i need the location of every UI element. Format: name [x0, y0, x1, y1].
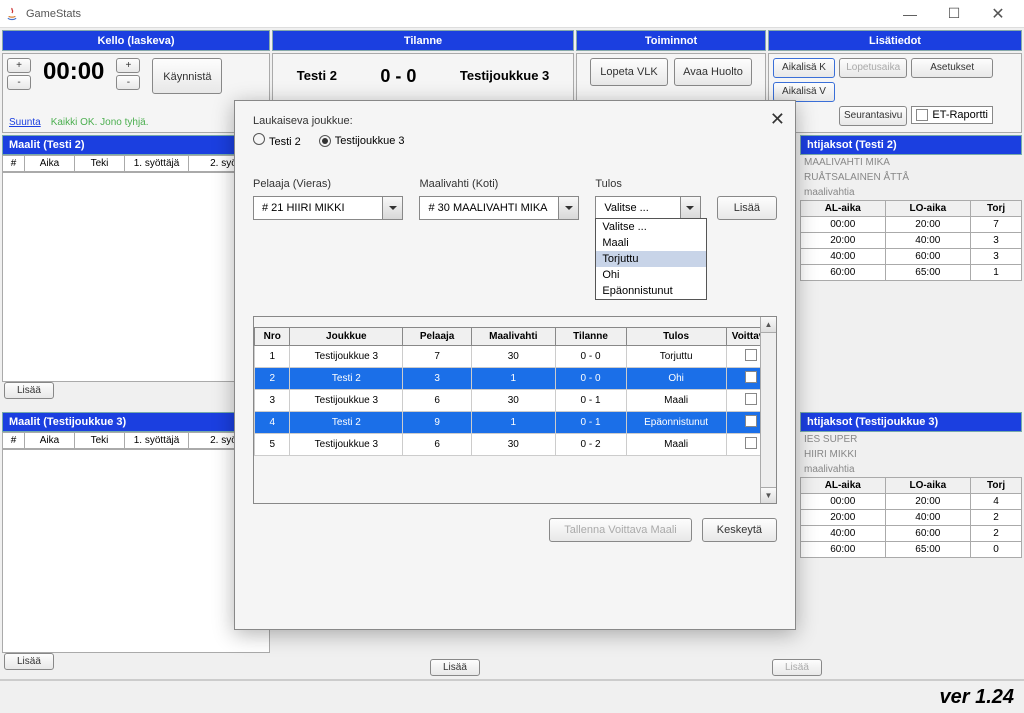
shot-dialog: ✕ Laukaiseva joukkue: Testi 2 Testijoukk… [234, 100, 796, 630]
score: 0 - 0 [380, 58, 416, 87]
seurantasivu-button[interactable]: Seurantasivu [839, 106, 907, 126]
dropdown-option[interactable]: Epäonnistunut [596, 283, 706, 299]
window-title: GameStats [26, 8, 888, 20]
clock-minus-left[interactable]: - [7, 75, 31, 90]
voittava-checkbox[interactable] [745, 349, 757, 361]
goals-away-cols: # Aika Teki 1. syöttäjä 2. syöttä [2, 432, 270, 449]
scroll-down-icon[interactable]: ▼ [761, 487, 776, 503]
et-raportti-checkbox[interactable]: ET-Raportti [911, 106, 993, 124]
bottom-lisaa-right[interactable]: Lisää [772, 659, 822, 676]
aikalisa-v-button[interactable]: Aikalisä V [773, 82, 835, 102]
voittava-checkbox[interactable] [745, 393, 757, 405]
chevron-down-icon[interactable] [382, 197, 402, 219]
toiminnot-header: Toiminnot [576, 30, 766, 51]
voittava-checkbox[interactable] [745, 415, 757, 427]
mvj-away-header: htijaksot (Testijoukkue 3) [800, 412, 1022, 432]
keskeyta-button[interactable]: Keskeytä [702, 518, 777, 542]
status-text: Kaikki OK. Jono tyhjä. [51, 117, 149, 128]
clock-panel: + - 00:00 + - Käynnistä Suunta Kaikki OK… [2, 53, 270, 133]
mvj-home-header: htijaksot (Testi 2) [800, 135, 1022, 155]
version-label: ver 1.24 [939, 686, 1014, 709]
start-button[interactable]: Käynnistä [152, 58, 222, 94]
minimize-button[interactable]: — [888, 0, 932, 28]
voittava-checkbox[interactable] [745, 437, 757, 449]
away-team: Testijoukkue 3 [460, 58, 549, 83]
avaa-huolto-button[interactable]: Avaa Huolto [674, 58, 752, 86]
table-row[interactable]: 4Testi 2910 - 1Epäonnistunut [255, 412, 776, 434]
goals-home-box: Maalit (Testi 2) # Aika Teki 1. syöttäjä… [2, 135, 270, 398]
tilanne-header: Tilanne [272, 30, 574, 51]
table-row[interactable]: 1Testijoukkue 37300 - 0Torjuttu [255, 346, 776, 368]
goals-away-lisaa[interactable]: Lisää [4, 653, 54, 670]
shots-table-wrap: Nro Joukkue Pelaaja Maalivahti Tilanne T… [253, 316, 777, 504]
clock-plus-left[interactable]: + [7, 58, 31, 73]
lisatiedot-header: Lisätiedot [768, 30, 1022, 51]
chevron-down-icon[interactable] [680, 197, 700, 219]
chevron-down-icon[interactable] [558, 197, 578, 219]
direction-link[interactable]: Suunta [9, 117, 41, 128]
radio-testi2[interactable]: Testi 2 [253, 133, 301, 148]
asetukset-button[interactable]: Asetukset [911, 58, 993, 78]
dropdown-option[interactable]: Torjuttu [596, 251, 706, 267]
dialog-close-icon[interactable]: ✕ [770, 109, 785, 130]
mvj-home-table: AL-aikaLO-aikaTorj 00:0020:007 20:0040:0… [800, 200, 1022, 281]
tulos-select[interactable]: Valitse ... [595, 196, 700, 220]
dropdown-option[interactable]: Valitse ... [596, 219, 706, 235]
table-row[interactable]: 3Testijoukkue 36300 - 1Maali [255, 390, 776, 412]
tulos-dropdown[interactable]: Valitse ... Maali Torjuttu Ohi Epäonnist… [595, 218, 707, 300]
goals-home-lisaa[interactable]: Lisää [4, 382, 54, 399]
goals-away-header: Maalit (Testijoukkue 3) [2, 412, 270, 432]
aikalisa-k-button[interactable]: Aikalisä K [773, 58, 835, 78]
mvj-away-box: htijaksot (Testijoukkue 3) IES SUPER HII… [800, 412, 1022, 558]
maalivahti-select[interactable]: # 30 MAALIVAHTI MIKA [419, 196, 579, 220]
titlebar: GameStats — ☐ ✕ [0, 0, 1024, 28]
java-icon [4, 6, 20, 22]
lopeta-vlk-button[interactable]: Lopeta VLK [590, 58, 668, 86]
dropdown-option[interactable]: Ohi [596, 267, 706, 283]
modal-lisaa-button[interactable]: Lisää [717, 196, 777, 220]
table-scrollbar[interactable]: ▲ ▼ [760, 317, 776, 503]
home-team: Testi 2 [297, 58, 337, 83]
clock-header: Kello (laskeva) [2, 30, 270, 51]
clock-plus-right[interactable]: + [116, 58, 140, 73]
lopetusaika-button[interactable]: Lopetusaika [839, 58, 907, 78]
dropdown-option[interactable]: Maali [596, 235, 706, 251]
radio-testijoukkue3[interactable]: Testijoukkue 3 [319, 135, 405, 147]
goals-home-cols: # Aika Teki 1. syöttäjä 2. syöttä [2, 155, 270, 172]
mvj-home-box: htijaksot (Testi 2) MAALIVAHTI MIKA RUÅT… [800, 135, 1022, 281]
pelaaja-select[interactable]: # 21 HIIRI MIKKI [253, 196, 403, 220]
tallenna-button[interactable]: Tallenna Voittava Maali [549, 518, 692, 542]
laukaiseva-label: Laukaiseva joukkue: [253, 115, 777, 127]
lisatiedot-panel: Aikalisä K Aikalisä V . Lopetusaika . Se… [768, 53, 1022, 133]
shots-table: Nro Joukkue Pelaaja Maalivahti Tilanne T… [254, 327, 776, 456]
table-row[interactable]: 5Testijoukkue 36300 - 2Maali [255, 434, 776, 456]
table-row[interactable]: 2Testi 2310 - 0Ohi [255, 368, 776, 390]
bottom-lisaa-center[interactable]: Lisää [430, 659, 480, 676]
close-button[interactable]: ✕ [976, 0, 1020, 28]
maximize-button[interactable]: ☐ [932, 0, 976, 28]
goals-away-box: Maalit (Testijoukkue 3) # Aika Teki 1. s… [2, 412, 270, 669]
clock-minus-right[interactable]: - [116, 75, 140, 90]
mvj-away-table: AL-aikaLO-aikaTorj 00:0020:004 20:0040:0… [800, 477, 1022, 558]
goals-home-header: Maalit (Testi 2) [2, 135, 270, 155]
voittava-checkbox[interactable] [745, 371, 757, 383]
scroll-up-icon[interactable]: ▲ [761, 317, 776, 333]
